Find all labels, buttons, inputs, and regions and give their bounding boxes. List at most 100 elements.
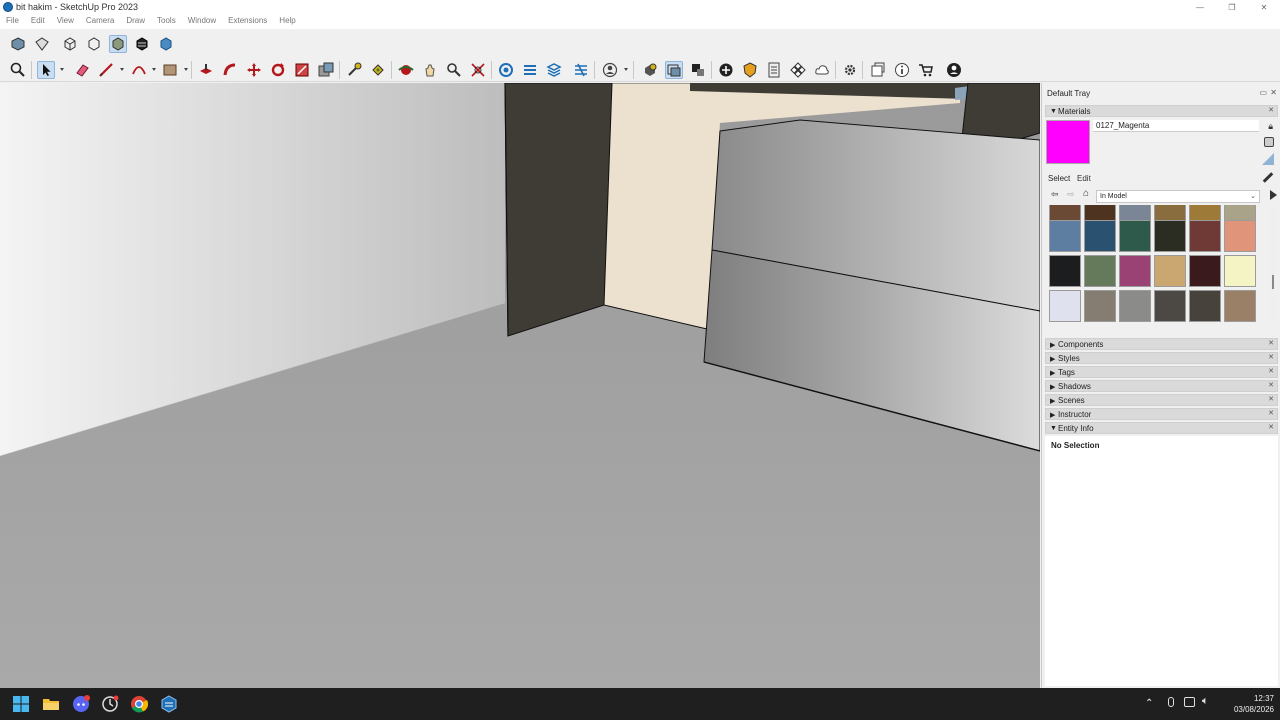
material-swatch[interactable] xyxy=(1084,255,1116,287)
tags-panel-header[interactable]: ▶ Tags ✕ xyxy=(1045,366,1278,378)
extension-warehouse-icon[interactable] xyxy=(521,61,539,79)
paint-bucket-icon[interactable] xyxy=(369,61,387,79)
menu-camera[interactable]: Camera xyxy=(80,15,120,29)
iso-view-icon[interactable] xyxy=(9,35,27,53)
pan-tool-icon[interactable] xyxy=(421,61,439,79)
tape-measure-icon[interactable] xyxy=(345,61,363,79)
materials-panel-header[interactable]: ▼ Materials ✕ xyxy=(1045,105,1278,117)
minimize-button[interactable]: — xyxy=(1184,0,1216,15)
material-swatch[interactable] xyxy=(1154,220,1186,252)
sketchup-icon[interactable] xyxy=(160,695,178,713)
sandbox-icon[interactable] xyxy=(572,61,590,79)
tray-close-icon[interactable]: ✕ xyxy=(1270,88,1277,97)
panel-close-icon[interactable]: ✕ xyxy=(1268,106,1274,114)
chrome-icon[interactable] xyxy=(130,695,148,713)
arc-tool-icon[interactable] xyxy=(130,61,148,79)
entity-info-panel-header[interactable]: ▼ Entity Info ✕ xyxy=(1045,422,1278,434)
tray-pin-icon[interactable]: ▭ xyxy=(1259,88,1267,97)
material-swatch[interactable] xyxy=(1224,290,1256,322)
profile-icon[interactable] xyxy=(945,61,963,79)
rectangle-tool-icon[interactable] xyxy=(161,61,179,79)
scenes-panel-header[interactable]: ▶ Scenes ✕ xyxy=(1045,394,1278,406)
back-arrow-icon[interactable]: ⇦ xyxy=(1051,189,1059,200)
material-name-field[interactable]: 0127_Magenta xyxy=(1093,120,1259,132)
tray-overflow-chevron-icon[interactable]: ⌃ xyxy=(1145,698,1153,709)
panel-close-icon[interactable]: ✕ xyxy=(1268,423,1274,431)
clock-app-icon[interactable] xyxy=(101,695,119,713)
section-display-icon[interactable] xyxy=(689,61,707,79)
material-swatch[interactable] xyxy=(1119,255,1151,287)
instructor-panel-header[interactable]: ▶ Instructor ✕ xyxy=(1045,408,1278,420)
orbit-tool-icon[interactable] xyxy=(397,61,415,79)
menu-tools[interactable]: Tools xyxy=(151,15,182,29)
front-view-icon[interactable] xyxy=(61,35,79,53)
info-icon[interactable] xyxy=(893,61,911,79)
zoom-search-icon[interactable] xyxy=(9,61,27,79)
cloud-icon[interactable] xyxy=(813,61,831,79)
menu-file[interactable]: File xyxy=(0,15,25,29)
panel-close-icon[interactable]: ✕ xyxy=(1268,353,1274,361)
line-tool-icon[interactable] xyxy=(97,61,115,79)
create-material-icon[interactable] xyxy=(1264,137,1274,147)
rectangle-dropdown-icon[interactable] xyxy=(184,68,188,71)
layout-icon[interactable] xyxy=(869,61,887,79)
wireframe-icon[interactable] xyxy=(85,35,103,53)
tab-edit[interactable]: Edit xyxy=(1077,174,1091,183)
monochrome-icon[interactable] xyxy=(157,35,175,53)
shaded-textures-icon[interactable] xyxy=(133,35,151,53)
shield-icon[interactable] xyxy=(741,61,759,79)
network-icon[interactable] xyxy=(1184,697,1195,707)
menu-help[interactable]: Help xyxy=(273,15,301,29)
windows-start-icon[interactable] xyxy=(12,695,30,713)
material-swatch[interactable] xyxy=(1189,255,1221,287)
panel-close-icon[interactable]: ✕ xyxy=(1268,409,1274,417)
select-dropdown-icon[interactable] xyxy=(60,68,64,71)
material-swatch[interactable] xyxy=(1189,290,1221,322)
add-location-icon[interactable] xyxy=(717,61,735,79)
menu-extensions[interactable]: Extensions xyxy=(222,15,273,29)
file-explorer-icon[interactable] xyxy=(42,695,60,713)
menu-draw[interactable]: Draw xyxy=(120,15,151,29)
shaded-icon[interactable] xyxy=(109,35,127,53)
menu-window[interactable]: Window xyxy=(182,15,222,29)
push-pull-tool-icon[interactable] xyxy=(197,61,215,79)
settings-gear-icon[interactable] xyxy=(841,61,859,79)
close-button[interactable]: ✕ xyxy=(1248,0,1280,15)
checker-icon[interactable] xyxy=(789,61,807,79)
material-swatch[interactable] xyxy=(1154,290,1186,322)
panel-close-icon[interactable]: ✕ xyxy=(1268,339,1274,347)
material-swatch[interactable] xyxy=(1049,290,1081,322)
components-panel-header[interactable]: ▶ Components ✕ xyxy=(1045,338,1278,350)
tab-select[interactable]: Select xyxy=(1048,174,1070,183)
details-arrow-icon[interactable] xyxy=(1270,190,1277,200)
material-swatch[interactable] xyxy=(1049,220,1081,252)
volume-icon[interactable]: 🔈︎ xyxy=(1202,695,1209,708)
zoom-extents-icon[interactable] xyxy=(469,61,487,79)
scale-tool-icon[interactable] xyxy=(293,61,311,79)
solid-inspector-icon[interactable] xyxy=(641,61,659,79)
eyedropper-icon[interactable] xyxy=(1262,172,1274,183)
rotate-tool-icon[interactable] xyxy=(269,61,287,79)
move-tool-icon[interactable] xyxy=(245,61,263,79)
select-tool-icon[interactable] xyxy=(37,61,55,79)
3d-warehouse-icon[interactable] xyxy=(497,61,515,79)
clock[interactable]: 12:37 03/08/2026 xyxy=(1222,693,1274,715)
home-icon[interactable]: ⌂ xyxy=(1083,188,1089,199)
microphone-icon[interactable] xyxy=(1168,697,1174,707)
material-swatch[interactable] xyxy=(1084,290,1116,322)
forward-arrow-icon[interactable]: ⇨ xyxy=(1067,189,1075,200)
library-select[interactable]: In Model ⌄ xyxy=(1096,190,1260,203)
report-icon[interactable] xyxy=(765,61,783,79)
material-swatch[interactable] xyxy=(1224,220,1256,252)
section-plane-icon[interactable] xyxy=(665,61,683,79)
user-account-icon[interactable] xyxy=(601,61,619,79)
discord-icon[interactable] xyxy=(72,695,90,713)
material-swatch[interactable] xyxy=(1224,255,1256,287)
material-swatch[interactable] xyxy=(1084,220,1116,252)
zoom-tool-icon[interactable] xyxy=(445,61,463,79)
material-swatch[interactable] xyxy=(1119,220,1151,252)
maximize-button[interactable]: ❐ xyxy=(1216,0,1248,15)
model-viewport[interactable] xyxy=(0,83,1040,688)
top-view-icon[interactable] xyxy=(33,35,51,53)
arc-dropdown-icon[interactable] xyxy=(152,68,156,71)
